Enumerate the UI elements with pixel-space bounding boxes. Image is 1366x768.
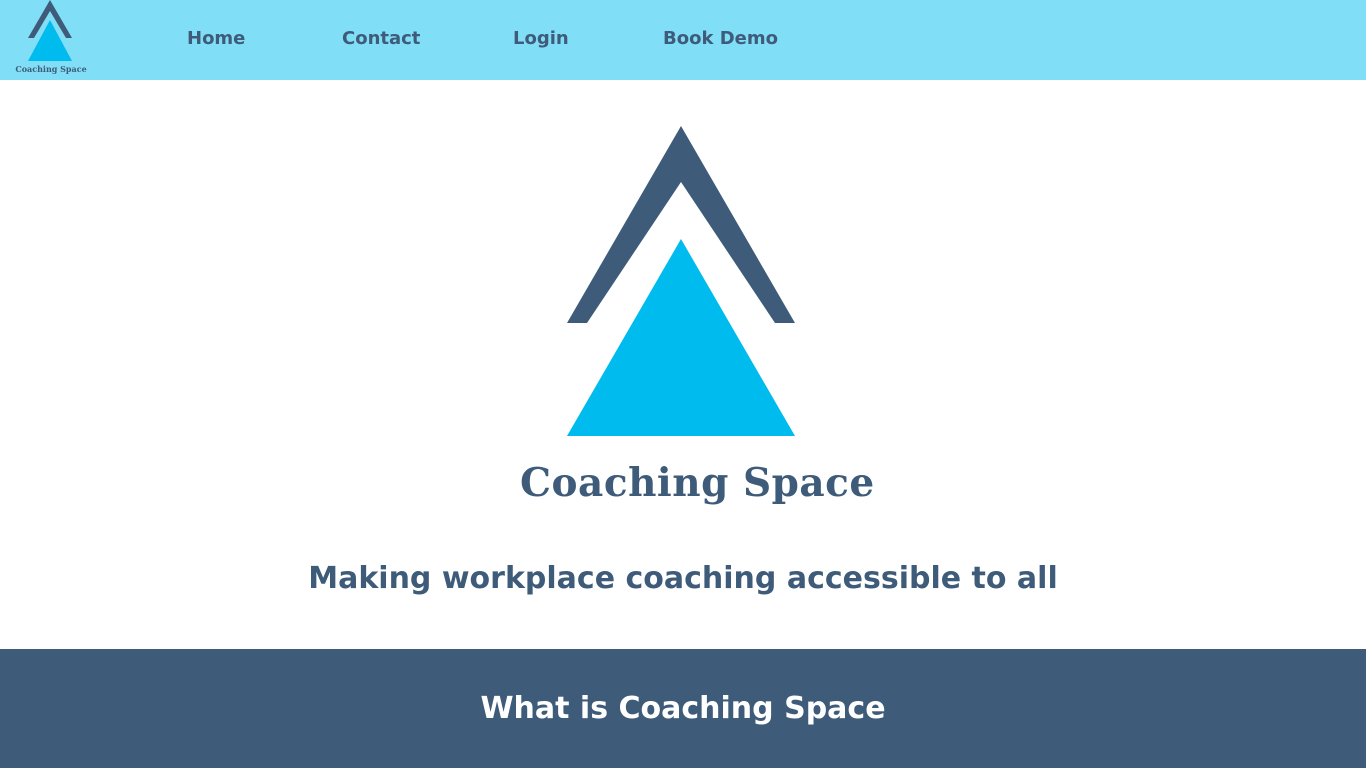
about-section-title: What is Coaching Space (480, 691, 886, 726)
hero-logo-text: Coaching Space (520, 460, 875, 506)
top-navbar: Coaching Space Home Contact Login Book D… (0, 0, 1366, 80)
nav-login-link[interactable]: Login (513, 28, 569, 50)
nav-logo-text: Coaching Space (15, 64, 87, 74)
brand-logo-icon (28, 0, 72, 61)
hero-logo: Coaching Space (520, 120, 875, 520)
nav-home-link[interactable]: Home (187, 28, 245, 50)
nav-logo-link[interactable]: Coaching Space (14, 0, 88, 78)
about-section: What is Coaching Space (0, 649, 1366, 768)
hero-logo-icon (567, 126, 795, 436)
nav-book-demo-link[interactable]: Book Demo (663, 28, 778, 50)
hero-tagline: Making workplace coaching accessible to … (308, 561, 1058, 596)
nav-contact-link[interactable]: Contact (342, 28, 420, 50)
